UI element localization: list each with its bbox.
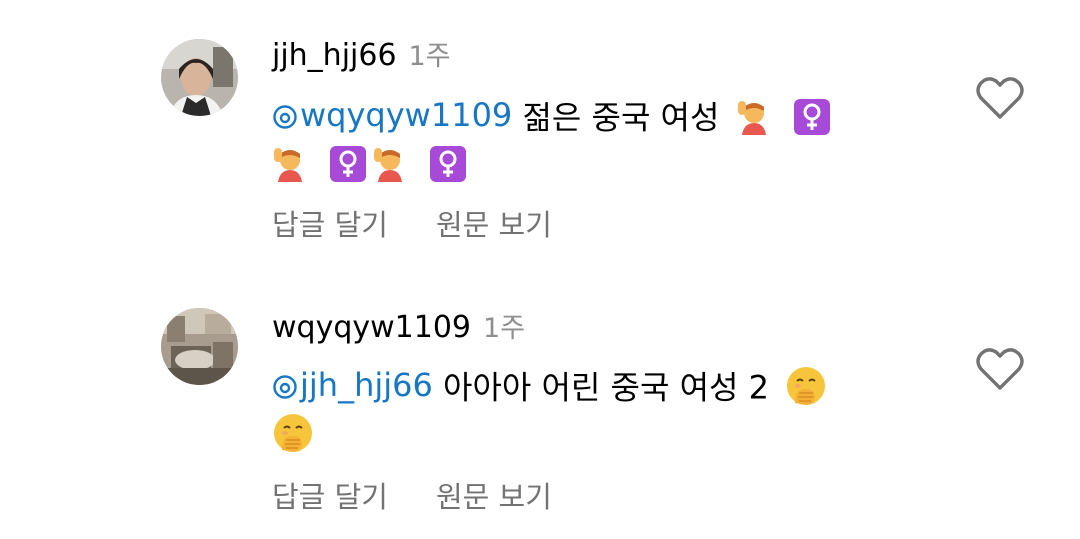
threads-mention-icon bbox=[273, 374, 297, 399]
comment-text: wqyqyw1109 젊은 중국 여성 bbox=[272, 92, 912, 189]
heart-icon[interactable] bbox=[976, 76, 1024, 120]
comment-header: jjh_hjj66 1주 bbox=[272, 34, 451, 73]
comment-item: jjh_hjj66 1주 wqyqyw1109 젊은 중국 여성 답글 달기 원… bbox=[0, 0, 1080, 270]
female-sign-icon bbox=[430, 145, 467, 182]
face-with-hand-over-mouth-icon bbox=[785, 365, 827, 407]
comment-message: 아아아 어린 중국 여성 2 bbox=[443, 368, 770, 407]
profile-photo-icon bbox=[161, 308, 238, 385]
see-original-button[interactable]: 원문 보기 bbox=[436, 202, 552, 244]
username[interactable]: jjh_hjj66 bbox=[272, 38, 397, 73]
comment-header: wqyqyw1109 1주 bbox=[272, 306, 525, 345]
comment-text: jjh_hjj66 아아아 어린 중국 여성 2 bbox=[272, 362, 912, 459]
username[interactable]: wqyqyw1109 bbox=[272, 310, 471, 345]
reply-button[interactable]: 답글 달기 bbox=[272, 202, 388, 244]
mention-username: jjh_hjj66 bbox=[300, 366, 433, 404]
mention-link[interactable]: jjh_hjj66 bbox=[272, 362, 433, 409]
threads-mention-icon bbox=[273, 104, 297, 129]
comment-actions: 답글 달기 원문 보기 bbox=[272, 202, 552, 244]
face-with-hand-over-mouth-icon bbox=[272, 412, 314, 454]
female-sign-icon bbox=[330, 145, 367, 182]
reply-button[interactable]: 답글 달기 bbox=[272, 474, 388, 516]
comment-actions: 답글 달기 원문 보기 bbox=[272, 474, 552, 516]
female-sign-icon bbox=[793, 98, 830, 135]
avatar[interactable] bbox=[161, 39, 238, 116]
mention-username: wqyqyw1109 bbox=[300, 96, 513, 134]
comment-item: wqyqyw1109 1주 jjh_hjj66 아아아 어린 중국 여성 2 답… bbox=[0, 270, 1080, 539]
timestamp: 1주 bbox=[408, 41, 451, 72]
see-original-button[interactable]: 원문 보기 bbox=[436, 474, 552, 516]
person-raising-hand-icon bbox=[736, 99, 772, 135]
mention-link[interactable]: wqyqyw1109 bbox=[272, 92, 512, 139]
person-raising-hand-icon bbox=[372, 146, 408, 182]
person-raising-hand-icon bbox=[272, 146, 308, 182]
comment-message: 젊은 중국 여성 bbox=[522, 98, 720, 137]
timestamp: 1주 bbox=[483, 313, 526, 344]
profile-photo-icon bbox=[161, 39, 238, 116]
avatar[interactable] bbox=[161, 308, 238, 385]
heart-icon[interactable] bbox=[976, 347, 1024, 391]
